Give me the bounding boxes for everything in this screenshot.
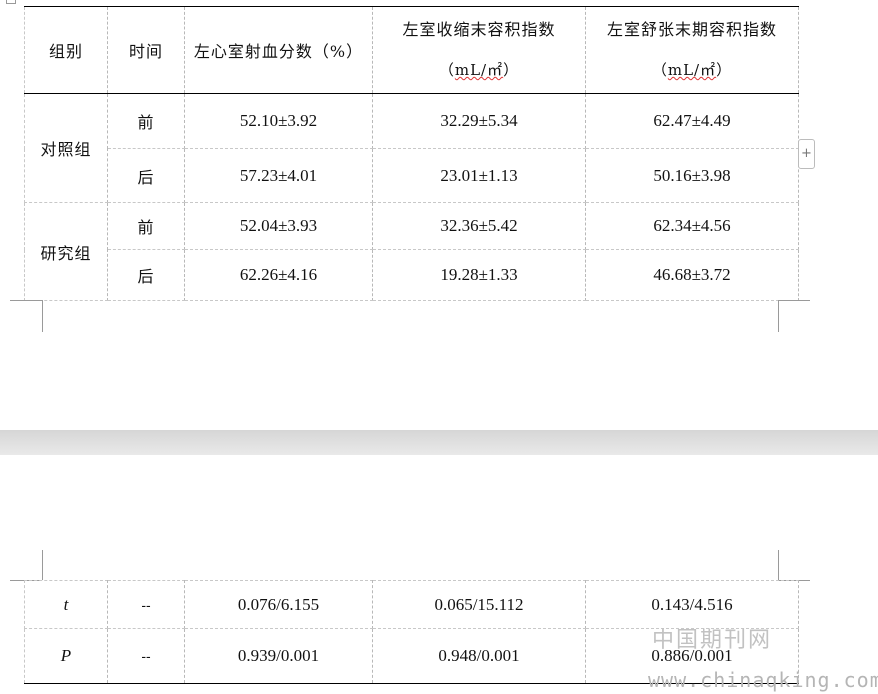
time-cell[interactable]: --	[107, 628, 185, 684]
table-row: 后 57.23±4.01 23.01±1.13 50.16±3.98	[25, 148, 799, 203]
stat-label-cell[interactable]: t	[24, 580, 108, 629]
group-cell-study[interactable]: 研究组	[24, 202, 108, 301]
header-lvesvi-unit: （mL/㎡）	[438, 61, 520, 79]
lvef-cell[interactable]: 52.10±3.92	[184, 93, 373, 149]
lvedvi-cell[interactable]: 62.34±4.56	[585, 202, 799, 250]
time-cell[interactable]: 后	[107, 249, 185, 301]
time-cell[interactable]: --	[107, 580, 185, 629]
lvedvi-cell[interactable]: 50.16±3.98	[585, 148, 799, 203]
page-separator	[0, 430, 878, 455]
time-cell[interactable]: 前	[107, 202, 185, 250]
table-header-row: 组别 时间 左心室射血分数（%） 左室收缩末容积指数 （mL/㎡） 左室舒张末期…	[24, 6, 799, 94]
header-lvedvi-label: 左室舒张末期容积指数	[606, 20, 777, 39]
header-lvef[interactable]: 左心室射血分数（%）	[184, 6, 373, 94]
margin-corner-mark	[778, 300, 779, 332]
lvesvi-cell[interactable]: 32.29±5.34	[372, 93, 586, 149]
table-row: 后 62.26±4.16 19.28±1.33 46.68±3.72	[25, 249, 799, 301]
margin-corner-mark	[42, 550, 43, 580]
time-cell[interactable]: 后	[107, 148, 185, 203]
lvef-cell[interactable]: 52.04±3.93	[184, 202, 373, 250]
results-table: 组别 时间 左心室射血分数（%） 左室收缩末容积指数 （mL/㎡） 左室舒张末期…	[24, 6, 799, 301]
lvedvi-cell[interactable]: 62.47±4.49	[585, 93, 799, 149]
group-cell-control[interactable]: 对照组	[24, 93, 108, 203]
lvesvi-cell[interactable]: 19.28±1.33	[372, 249, 586, 301]
lvef-cell[interactable]: 62.26±4.16	[184, 249, 373, 301]
header-group[interactable]: 组别	[24, 6, 108, 94]
margin-corner-mark	[778, 550, 779, 580]
watermark-cn: 中国期刊网	[652, 628, 773, 653]
lvesvi-cell[interactable]: 0.948/0.001	[372, 628, 586, 684]
watermark-url: www.chinaqking.com	[648, 668, 878, 692]
table-anchor-icon[interactable]	[6, 0, 16, 4]
add-row-button[interactable]: +	[798, 139, 815, 169]
table-row: 对照组 前 52.10±3.92 32.29±5.34 62.47±4.49	[24, 93, 799, 203]
lvesvi-cell[interactable]: 23.01±1.13	[372, 148, 586, 203]
margin-corner-mark	[778, 300, 810, 301]
lvedvi-cell[interactable]: 46.68±3.72	[585, 249, 799, 301]
header-time[interactable]: 时间	[107, 6, 185, 94]
lvef-cell[interactable]: 0.939/0.001	[184, 628, 373, 684]
header-lvedvi[interactable]: 左室舒张末期容积指数 （mL/㎡）	[585, 6, 799, 94]
header-lvesvi[interactable]: 左室收缩末容积指数 （mL/㎡）	[372, 6, 586, 94]
lvef-cell[interactable]: 57.23±4.01	[184, 148, 373, 203]
lvesvi-cell[interactable]: 32.36±5.42	[372, 202, 586, 250]
header-lvesvi-label: 左室收缩末容积指数	[402, 20, 556, 39]
lvef-cell[interactable]: 0.076/6.155	[184, 580, 373, 629]
margin-corner-mark	[10, 300, 42, 301]
header-lvedvi-unit: （mL/㎡）	[651, 61, 733, 79]
margin-corner-mark	[42, 300, 43, 332]
plus-icon: +	[801, 146, 812, 161]
lvesvi-cell[interactable]: 0.065/15.112	[372, 580, 586, 629]
stat-label-cell[interactable]: P	[24, 628, 108, 684]
time-cell[interactable]: 前	[107, 93, 185, 149]
table-row: 研究组 前 52.04±3.93 32.36±5.42 62.34±4.56	[24, 202, 799, 301]
